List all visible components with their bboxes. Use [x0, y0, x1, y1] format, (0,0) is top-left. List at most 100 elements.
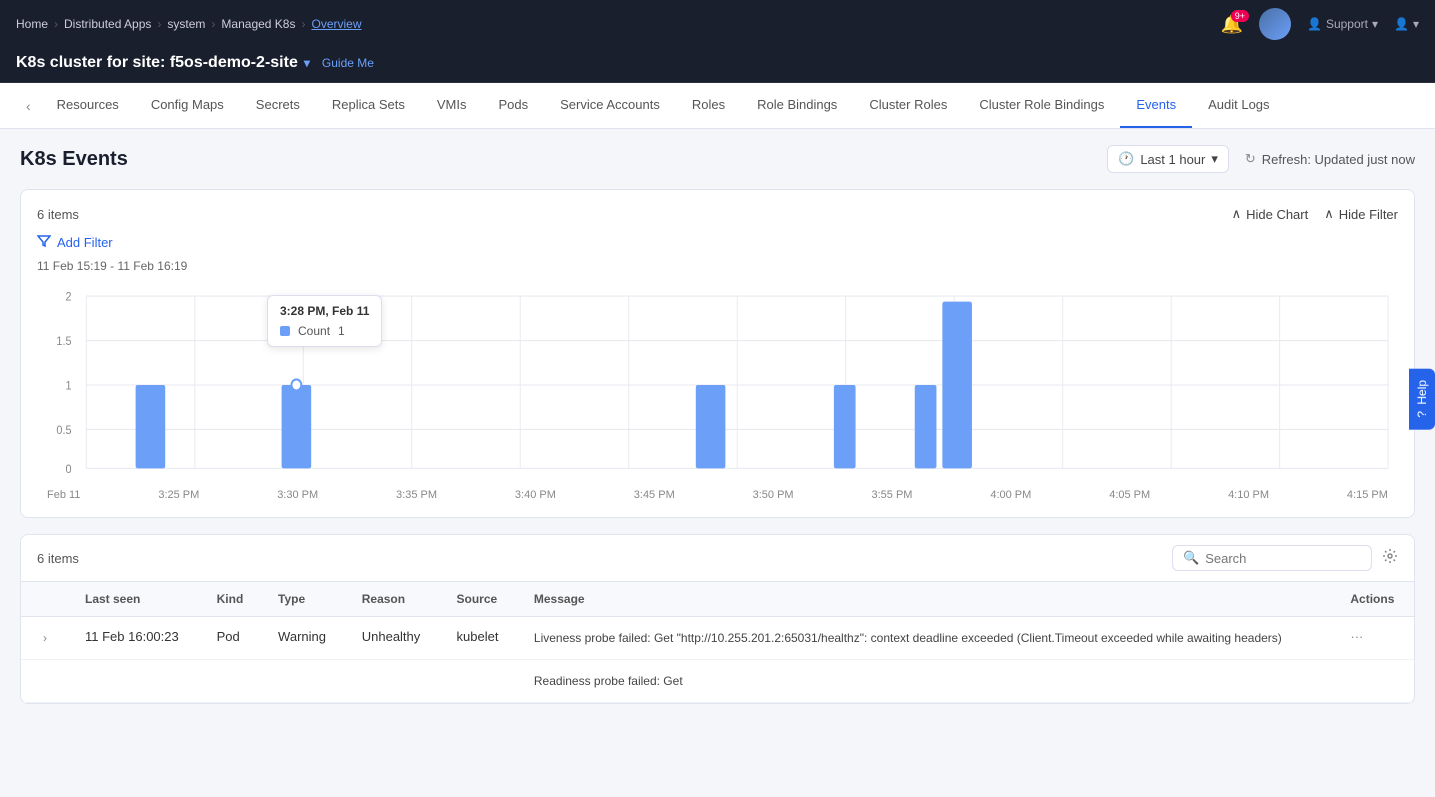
- filter-icon: [37, 234, 51, 251]
- help-label: Help: [1415, 380, 1429, 405]
- table-top: 6 items 🔍: [21, 535, 1414, 582]
- nav-tabs: ‹ Resources Config Maps Secrets Replica …: [0, 83, 1435, 129]
- cell-kind-2: [201, 660, 262, 703]
- search-box: 🔍: [1172, 545, 1372, 571]
- tab-replica-sets[interactable]: Replica Sets: [316, 83, 421, 128]
- tab-resources[interactable]: Resources: [41, 83, 135, 128]
- hide-filter-button[interactable]: ∧ Hide Filter: [1324, 206, 1398, 222]
- tab-cluster-roles[interactable]: Cluster Roles: [853, 83, 963, 128]
- table-body: › 11 Feb 16:00:23 Pod Warning Unhealthy …: [21, 617, 1414, 703]
- col-kind: Kind: [201, 582, 262, 617]
- tab-events[interactable]: Events: [1120, 83, 1192, 128]
- cell-kind: Pod: [201, 617, 262, 660]
- cluster-title-text: K8s cluster for site: f5os-demo-2-site: [16, 54, 298, 72]
- expand-row-button[interactable]: ›: [37, 629, 53, 647]
- time-filter-chevron: ▾: [1211, 151, 1218, 167]
- add-filter-button[interactable]: Add Filter: [37, 234, 113, 251]
- settings-button[interactable]: [1382, 548, 1398, 569]
- search-input[interactable]: [1205, 551, 1361, 566]
- breadcrumb-system[interactable]: system: [167, 17, 205, 31]
- x-label-6: 3:50 PM: [753, 489, 794, 501]
- table-row: › 11 Feb 16:00:23 Pod Warning Unhealthy …: [21, 617, 1414, 660]
- x-label-11: 4:15 PM: [1347, 489, 1388, 501]
- cell-last-seen-2: [69, 660, 201, 703]
- breadcrumb-managed[interactable]: Managed K8s: [221, 17, 295, 31]
- refresh-label: Refresh: Updated just now: [1262, 152, 1415, 167]
- cluster-chevron-icon: ▾: [304, 56, 310, 70]
- breadcrumb-overview[interactable]: Overview: [311, 17, 361, 31]
- support-chevron: ▾: [1372, 17, 1378, 31]
- tab-cluster-role-bindings[interactable]: Cluster Role Bindings: [963, 83, 1120, 128]
- date-range: 11 Feb 15:19 - 11 Feb 16:19: [37, 259, 1398, 273]
- table-header: Last seen Kind Type Reason Source Messag…: [21, 582, 1414, 617]
- cell-message: Liveness probe failed: Get "http://10.25…: [518, 617, 1334, 660]
- nav-left-arrow[interactable]: ‹: [16, 84, 41, 128]
- chart-area: 2 1.5 1 0.5 0: [37, 285, 1398, 485]
- cell-actions-2: [1334, 660, 1414, 703]
- x-label-0: Feb 11: [47, 489, 80, 501]
- tab-config-maps[interactable]: Config Maps: [135, 83, 240, 128]
- cell-reason: Unhealthy: [346, 617, 441, 660]
- svg-text:0.5: 0.5: [56, 424, 71, 437]
- breadcrumb-distributed[interactable]: Distributed Apps: [64, 17, 151, 31]
- help-button[interactable]: ? Help: [1409, 368, 1435, 429]
- notifications-button[interactable]: 🔔 9+: [1221, 14, 1243, 35]
- support-button[interactable]: 👤 Support ▾: [1307, 17, 1378, 31]
- question-icon: ?: [1415, 411, 1429, 418]
- table-section: 6 items 🔍 Last seen Ki: [20, 534, 1415, 704]
- top-header: Home › Distributed Apps › system › Manag…: [0, 0, 1435, 48]
- avatar[interactable]: [1259, 8, 1291, 40]
- chart-x-labels: Feb 11 3:25 PM 3:30 PM 3:35 PM 3:40 PM 3…: [37, 489, 1398, 501]
- hide-filter-label: Hide Filter: [1339, 207, 1398, 222]
- refresh-button[interactable]: ↻ Refresh: Updated just now: [1245, 151, 1415, 167]
- breadcrumb-home[interactable]: Home: [16, 17, 48, 31]
- card-actions: ∧ Hide Chart ∧ Hide Filter: [1232, 206, 1398, 222]
- tab-secrets[interactable]: Secrets: [240, 83, 316, 128]
- time-filter-button[interactable]: 🕐 Last 1 hour ▾: [1107, 145, 1229, 173]
- col-actions: Actions: [1334, 582, 1414, 617]
- support-label: Support: [1326, 17, 1368, 31]
- cell-last-seen: 11 Feb 16:00:23: [69, 617, 201, 660]
- page-header: K8s Events 🕐 Last 1 hour ▾ ↻ Refresh: Up…: [20, 145, 1415, 173]
- x-label-10: 4:10 PM: [1228, 489, 1269, 501]
- breadcrumb: Home › Distributed Apps › system › Manag…: [16, 17, 362, 31]
- x-label-4: 3:40 PM: [515, 489, 556, 501]
- guide-me-button[interactable]: Guide Me: [322, 56, 374, 70]
- x-label-1: 3:25 PM: [158, 489, 199, 501]
- sep1: ›: [54, 17, 58, 31]
- tab-service-accounts[interactable]: Service Accounts: [544, 83, 676, 128]
- col-type: Type: [262, 582, 346, 617]
- col-last-seen: Last seen: [69, 582, 201, 617]
- chart-items-count: 6 items: [37, 207, 79, 222]
- cell-message-2: Readiness probe failed: Get: [518, 660, 1334, 703]
- tab-audit-logs[interactable]: Audit Logs: [1192, 83, 1285, 128]
- user-chevron: ▾: [1413, 17, 1419, 31]
- table-items-count: 6 items: [37, 551, 79, 566]
- chevron-up-icon2: ∧: [1324, 206, 1334, 222]
- x-label-8: 4:00 PM: [990, 489, 1031, 501]
- sep4: ›: [301, 17, 305, 31]
- cell-source: kubelet: [441, 617, 518, 660]
- tab-pods[interactable]: Pods: [482, 83, 544, 128]
- x-label-9: 4:05 PM: [1109, 489, 1150, 501]
- sep2: ›: [157, 17, 161, 31]
- hide-chart-button[interactable]: ∧ Hide Chart: [1232, 206, 1309, 222]
- user-button[interactable]: 👤 ▾: [1394, 17, 1419, 31]
- x-label-3: 3:35 PM: [396, 489, 437, 501]
- support-icon: 👤: [1307, 17, 1322, 31]
- notification-badge: 9+: [1231, 10, 1249, 22]
- tab-roles[interactable]: Roles: [676, 83, 741, 128]
- col-message: Message: [518, 582, 1334, 617]
- hide-chart-label: Hide Chart: [1246, 207, 1308, 222]
- cell-type: Warning: [262, 617, 346, 660]
- tab-role-bindings[interactable]: Role Bindings: [741, 83, 853, 128]
- cell-source-2: [441, 660, 518, 703]
- header-right: 🔔 9+ 👤 Support ▾ 👤 ▾: [1221, 8, 1419, 40]
- page-actions: 🕐 Last 1 hour ▾ ↻ Refresh: Updated just …: [1107, 145, 1415, 173]
- cluster-title: K8s cluster for site: f5os-demo-2-site ▾: [16, 54, 310, 72]
- table-controls: 🔍: [1172, 545, 1398, 571]
- user-icon: 👤: [1394, 17, 1409, 31]
- col-source: Source: [441, 582, 518, 617]
- cluster-bar: K8s cluster for site: f5os-demo-2-site ▾…: [0, 48, 1435, 83]
- tab-vmis[interactable]: VMIs: [421, 83, 483, 128]
